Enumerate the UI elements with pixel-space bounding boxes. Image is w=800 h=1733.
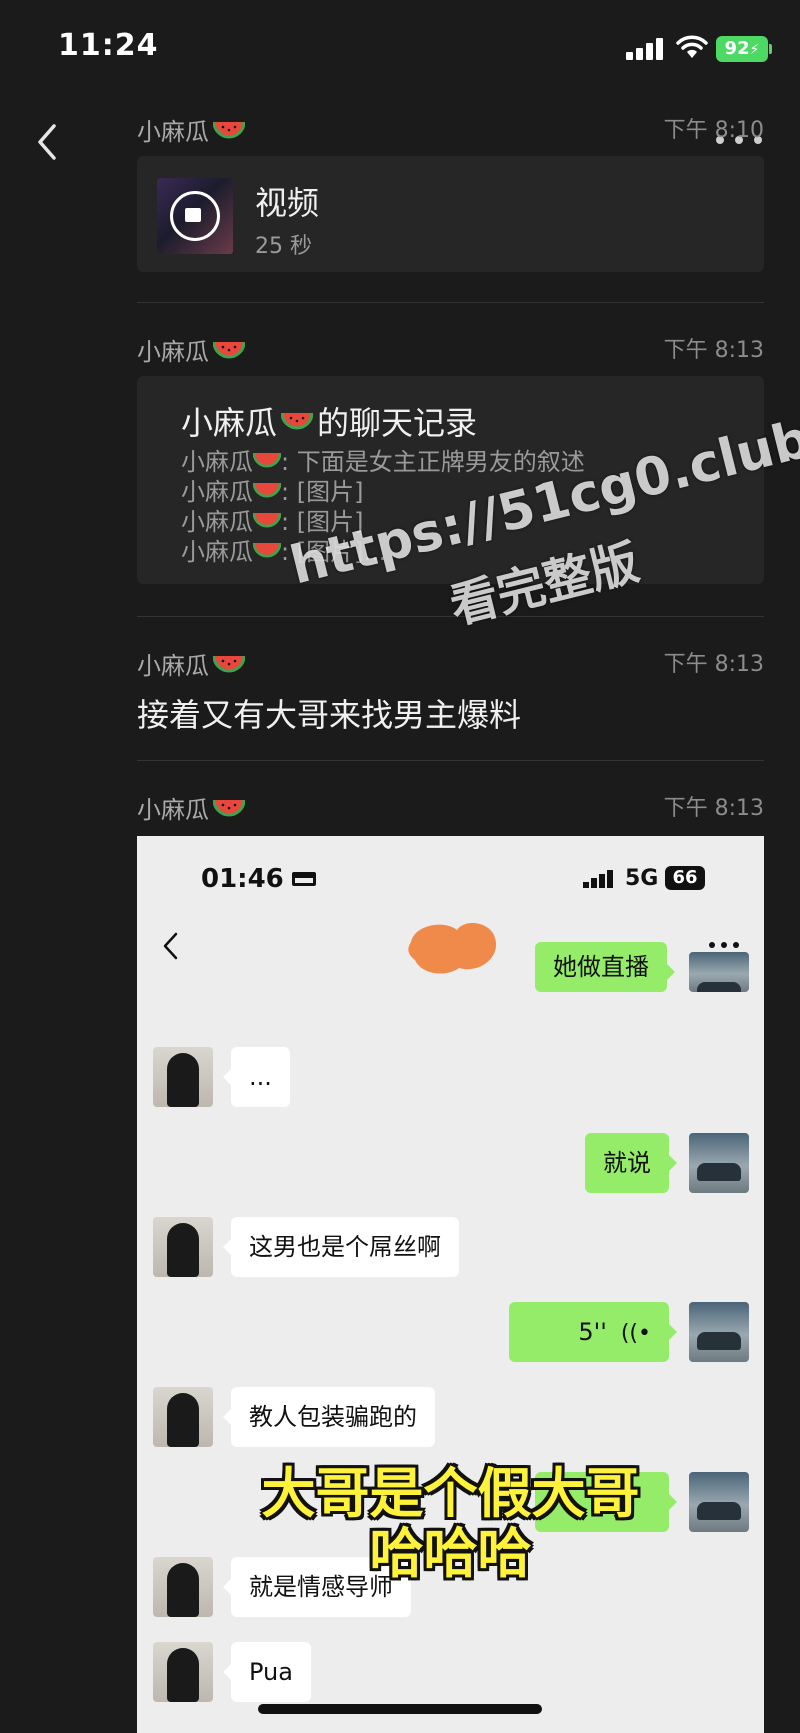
battery-percent: 92 — [724, 38, 750, 59]
embedded-battery: 66 — [665, 866, 705, 890]
status-time: 11:24 — [58, 28, 159, 63]
sender-label: 小麻瓜 — [137, 652, 209, 680]
chat-bubble-left[interactable]: Pua — [223, 1642, 311, 1702]
message-header: 小麻瓜 下午 8:10 — [137, 112, 764, 148]
watermelon-icon — [213, 341, 245, 358]
divider — [137, 302, 764, 303]
watermelon-icon — [253, 542, 281, 557]
chat-bubble-right[interactable]: 就说 — [585, 1133, 677, 1193]
record-line-name: 小麻瓜 — [181, 538, 253, 566]
embedded-more-icon[interactable] — [709, 942, 739, 950]
sender-label: 小麻瓜 — [137, 796, 209, 824]
message-header: 小麻瓜 下午 8:13 — [137, 790, 764, 826]
watermelon-icon — [213, 799, 245, 816]
sender-name: 小麻瓜 — [137, 790, 245, 825]
caption-line-1: 大哥是个假大哥 — [261, 1462, 640, 1525]
record-title-name: 小麻瓜 — [181, 404, 278, 442]
sleep-mode-icon — [291, 872, 316, 886]
message-header: 小麻瓜 下午 8:13 — [137, 646, 764, 682]
battery-level: 92⚡ — [716, 36, 768, 62]
embedded-signal-icon — [583, 870, 615, 888]
image-message-screenshot[interactable]: 01:46 5G 66 她做直播 ... 就说 这男也是个屌丝啊 5'' ((• … — [137, 836, 764, 1733]
chat-record-title: 小麻瓜 的聊天记录 — [181, 398, 477, 444]
message-time: 下午 8:13 — [663, 796, 764, 821]
divider — [137, 760, 764, 761]
chat-bubble-left[interactable]: ... — [223, 1047, 290, 1107]
video-camera-icon — [185, 208, 201, 222]
text-message[interactable]: 接着又有大哥来找男主爆料 — [137, 690, 521, 736]
wifi-icon — [676, 35, 708, 58]
video-title: 视频 — [255, 184, 320, 222]
divider — [137, 616, 764, 617]
charging-bolt-icon: ⚡ — [749, 42, 760, 58]
avatar-other — [153, 1642, 213, 1702]
redaction-scribble — [408, 923, 497, 974]
back-chevron-icon[interactable] — [30, 118, 66, 166]
sender-label: 小麻瓜 — [137, 338, 209, 366]
watermelon-icon — [213, 655, 245, 672]
voice-duration: 5'' — [578, 1318, 607, 1346]
chat-bubble-right[interactable]: 她做直播 — [535, 942, 675, 992]
avatar-self — [689, 1302, 749, 1362]
watermelon-icon — [253, 452, 281, 467]
record-title-suffix: 的聊天记录 — [317, 404, 478, 442]
embedded-time-label: 01:46 — [201, 864, 284, 894]
record-line: 小麻瓜 : [图片]... — [181, 532, 386, 567]
sender-name: 小麻瓜 — [137, 646, 245, 681]
embedded-network-label: 5G — [625, 866, 659, 891]
message-time: 下午 8:13 — [663, 652, 764, 677]
video-message-card[interactable]: 视频 25 秒 — [137, 156, 764, 272]
cellular-signal-icon — [626, 38, 664, 60]
sender-label: 小麻瓜 — [137, 118, 209, 146]
embedded-back-icon[interactable] — [159, 928, 183, 964]
embedded-time: 01:46 — [201, 864, 316, 894]
message-header: 小麻瓜 下午 8:13 — [137, 332, 764, 368]
message-time: 下午 8:10 — [663, 118, 764, 143]
voice-wave-icon: ((• — [620, 1321, 651, 1346]
record-line-text: : [图片]... — [281, 538, 387, 566]
sender-name: 小麻瓜 — [137, 112, 245, 147]
avatar-other — [153, 1217, 213, 1277]
voice-message-bubble[interactable]: 5'' ((• — [509, 1302, 677, 1362]
home-indicator[interactable] — [258, 1704, 542, 1714]
battery-tip — [769, 44, 772, 54]
watermelon-icon — [213, 121, 245, 138]
avatar-self — [689, 952, 749, 992]
sender-name: 小麻瓜 — [137, 332, 245, 367]
status-bar: 11:24 92⚡ — [0, 0, 800, 100]
watermelon-icon — [281, 412, 314, 430]
chat-bubble-left[interactable]: 这男也是个屌丝啊 — [223, 1217, 459, 1277]
embedded-status-bar: 01:46 5G 66 — [137, 836, 764, 916]
avatar-other — [153, 1047, 213, 1107]
chat-record-card[interactable]: 小麻瓜 的聊天记录 小麻瓜 : 下面是女主正牌男友的叙述 小麻瓜 : [图片] … — [137, 376, 764, 584]
video-duration: 25 秒 — [255, 234, 312, 259]
avatar-other — [153, 1387, 213, 1447]
message-time: 下午 8:13 — [663, 338, 764, 363]
avatar-self — [689, 1133, 749, 1193]
chat-bubble-left[interactable]: 教人包装骗跑的 — [223, 1387, 435, 1447]
video-thumbnail — [157, 178, 233, 254]
watermelon-icon — [253, 482, 281, 497]
watermelon-icon — [253, 512, 281, 527]
caption-line-2: 哈哈哈 — [369, 1522, 532, 1585]
